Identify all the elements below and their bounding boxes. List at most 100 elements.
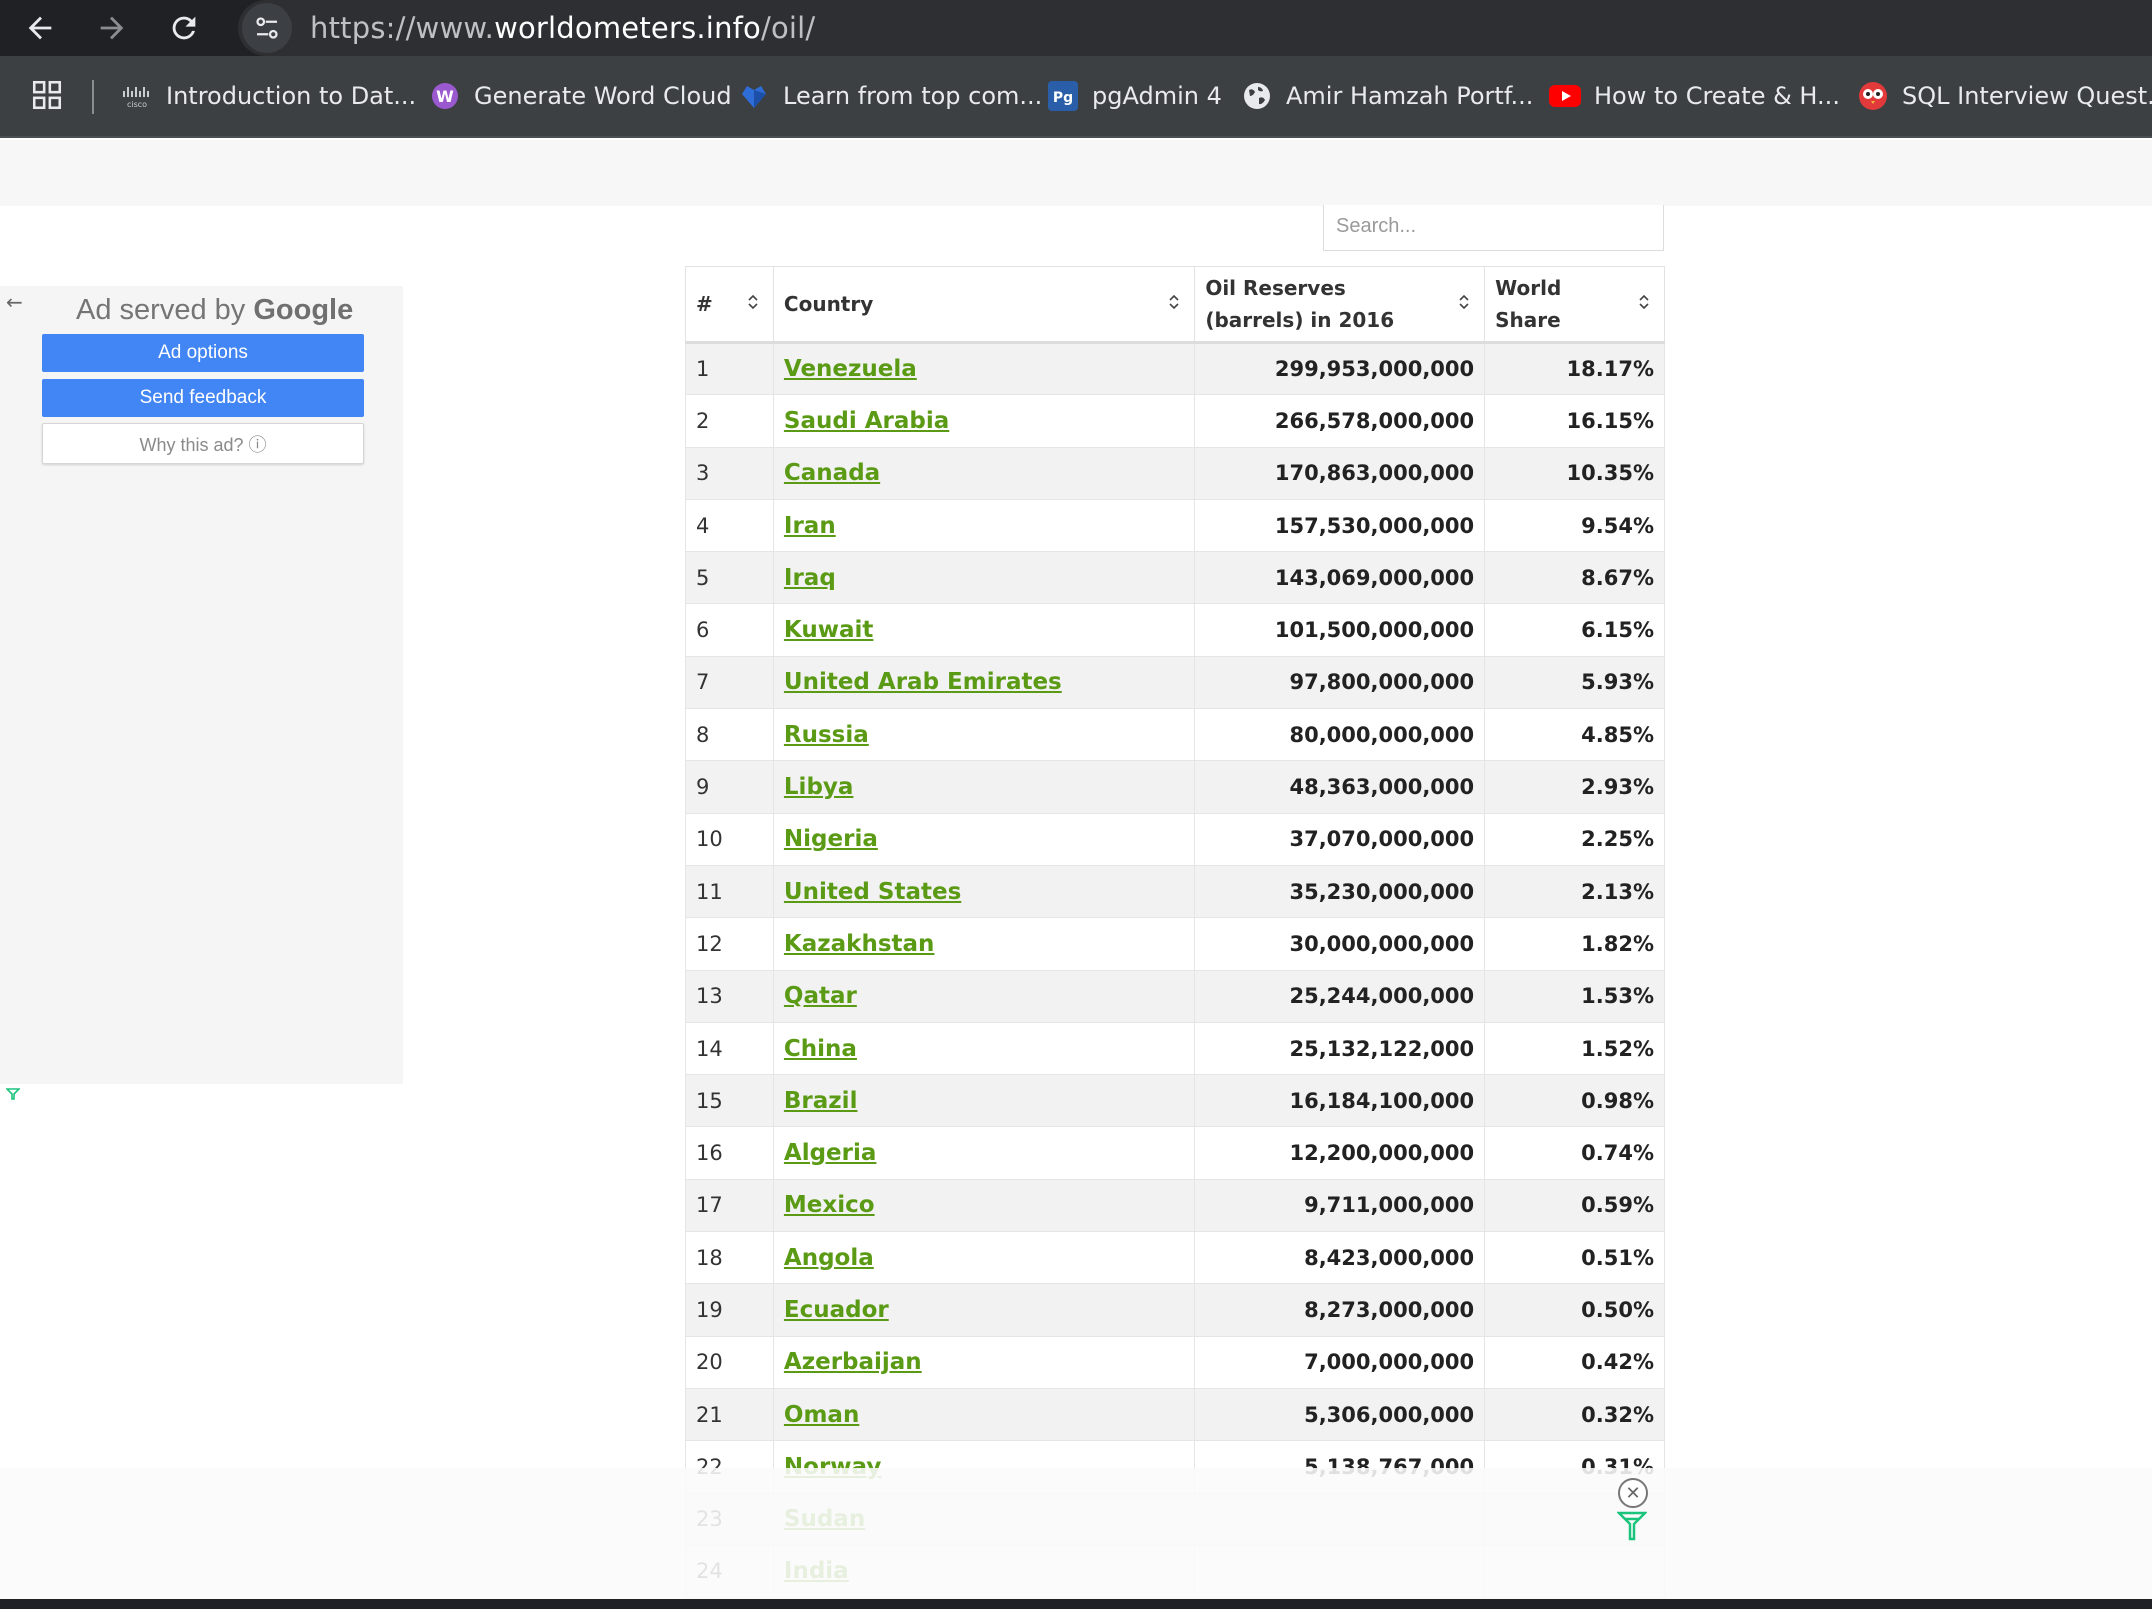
header-country[interactable]: Country [772, 266, 1196, 344]
bottom-window-edge [0, 1599, 2152, 1609]
header-rank[interactable]: # [685, 266, 774, 344]
send-feedback-button[interactable]: Send feedback [42, 379, 364, 417]
row-oil-reserves: 101,500,000,000 [1194, 603, 1486, 657]
country-link[interactable]: United Arab Emirates [784, 669, 1062, 695]
cisco-icon: cisco [120, 79, 154, 113]
bookmark-pgadmin[interactable]: Pg pgAdmin 4 [1046, 76, 1222, 116]
header-rank-label: # [696, 292, 713, 316]
row-world-share: 1.52% [1484, 1021, 1665, 1076]
country-link[interactable]: China [784, 1036, 857, 1062]
bookmark-learn-from-top-companies[interactable]: Learn from top com... [737, 76, 1042, 116]
url-prefix: https://www. [310, 11, 495, 45]
owl-icon [1856, 79, 1890, 113]
row-world-share: 0.74% [1484, 1126, 1665, 1180]
country-link[interactable]: Angola [784, 1245, 874, 1271]
bookmark-label: Generate Word Cloud [474, 82, 732, 110]
country-link[interactable]: Iraq [784, 565, 836, 591]
bookmark-generate-word-cloud[interactable]: W Generate Word Cloud [428, 76, 732, 116]
row-rank: 4 [685, 498, 774, 553]
bookmark-label: How to Create & H... [1594, 82, 1840, 110]
forward-button[interactable] [88, 4, 136, 52]
row-country: Nigeria [772, 812, 1196, 866]
table-row: 12 Kazakhstan 30,000,000,000 1.82% [685, 917, 1665, 971]
bookmark-label: pgAdmin 4 [1092, 82, 1222, 110]
close-icon[interactable]: ✕ [1618, 1478, 1648, 1508]
sort-arrows-icon[interactable] [1638, 288, 1650, 320]
bookmark-introduction-to-data[interactable]: cisco Introduction to Dat... [120, 76, 416, 116]
url-path: /oil/ [761, 11, 816, 45]
sort-arrows-icon[interactable] [747, 288, 759, 320]
site-info-button[interactable] [242, 3, 292, 53]
table-row: 15 Brazil 16,184,100,000 0.98% [685, 1074, 1665, 1128]
country-link[interactable]: Kazakhstan [784, 931, 935, 957]
apps-grid-icon[interactable] [30, 78, 64, 116]
country-link[interactable]: Oman [784, 1402, 859, 1428]
bookmark-how-to-create[interactable]: How to Create & H... [1548, 76, 1840, 116]
row-rank: 12 [685, 917, 774, 971]
country-link[interactable]: Ecuador [784, 1297, 889, 1323]
address-bar[interactable]: https://www.worldometers.info/oil/ [238, 0, 2152, 56]
why-this-ad-button[interactable]: Why this ad? ⓘ [42, 423, 364, 464]
country-link[interactable]: United States [784, 879, 961, 905]
table-row: 9 Libya 48,363,000,000 2.93% [685, 760, 1665, 814]
url-text[interactable]: https://www.worldometers.info/oil/ [310, 11, 815, 45]
country-link[interactable]: Qatar [784, 983, 857, 1009]
country-link[interactable]: Russia [784, 722, 869, 748]
row-rank: 6 [685, 603, 774, 657]
row-oil-reserves: 7,000,000,000 [1194, 1335, 1486, 1389]
row-world-share: 5.93% [1484, 655, 1665, 710]
country-link[interactable]: Brazil [784, 1088, 858, 1114]
bookmark-amir-hamzah-portfolio[interactable]: Amir Hamzah Portf... [1240, 76, 1533, 116]
country-link[interactable]: Canada [784, 460, 880, 486]
row-oil-reserves: 35,230,000,000 [1194, 864, 1486, 919]
country-link[interactable]: Iran [784, 513, 836, 539]
row-country: Brazil [772, 1074, 1196, 1128]
back-button[interactable] [16, 4, 64, 52]
row-country: Angola [772, 1231, 1196, 1285]
back-arrow-icon[interactable]: ← [6, 290, 23, 314]
country-link[interactable]: Venezuela [784, 356, 917, 382]
bottom-ad-overlay [0, 1468, 2152, 1599]
table-row: 7 United Arab Emirates 97,800,000,000 5.93% [685, 655, 1665, 710]
ad-options-button[interactable]: Ad options [42, 334, 364, 372]
row-world-share: 1.53% [1484, 969, 1665, 1023]
table-row: 11 United States 35,230,000,000 2.13% [685, 864, 1665, 919]
youtube-icon [1548, 79, 1582, 113]
row-country: Canada [772, 446, 1196, 500]
row-oil-reserves: 25,244,000,000 [1194, 969, 1486, 1023]
header-world-share[interactable]: World Share [1484, 266, 1665, 344]
svg-text:W: W [436, 87, 454, 106]
header-oil-reserves[interactable]: Oil Reserves (barrels) in 2016 [1194, 266, 1486, 344]
row-world-share: 2.25% [1484, 812, 1665, 866]
country-link[interactable]: Algeria [784, 1140, 877, 1166]
row-oil-reserves: 299,953,000,000 [1194, 341, 1486, 396]
browser-toolbar: https://www.worldometers.info/oil/ [0, 0, 2152, 56]
row-country: China [772, 1021, 1196, 1076]
row-country: United Arab Emirates [772, 655, 1196, 710]
row-rank: 3 [685, 446, 774, 500]
sort-arrows-icon[interactable] [1168, 288, 1180, 320]
table-header-row: # Country Oil Reserves (barrels) in 2016 [685, 266, 1665, 344]
row-oil-reserves: 25,132,122,000 [1194, 1021, 1486, 1076]
row-rank: 8 [685, 708, 774, 762]
country-link[interactable]: Azerbaijan [784, 1349, 922, 1375]
forward-arrow-icon [100, 16, 124, 40]
row-rank: 15 [685, 1074, 774, 1128]
country-link[interactable]: Mexico [784, 1192, 875, 1218]
row-rank: 9 [685, 760, 774, 814]
country-link[interactable]: Libya [784, 774, 854, 800]
page-header-band [0, 140, 2152, 206]
row-oil-reserves: 9,711,000,000 [1194, 1178, 1486, 1233]
country-link[interactable]: Saudi Arabia [784, 408, 949, 434]
sort-arrows-icon[interactable] [1458, 288, 1470, 320]
reload-button[interactable] [160, 4, 208, 52]
row-rank: 19 [685, 1283, 774, 1337]
row-rank: 7 [685, 655, 774, 710]
bookmark-sql-interview-questions[interactable]: SQL Interview Quest... [1856, 76, 2152, 116]
row-world-share: 4.85% [1484, 708, 1665, 762]
country-link[interactable]: Nigeria [784, 826, 878, 852]
country-link[interactable]: Kuwait [784, 617, 873, 643]
row-rank: 17 [685, 1178, 774, 1233]
table-row: 5 Iraq 143,069,000,000 8.67% [685, 551, 1665, 605]
table-search-input[interactable]: Search... [1323, 205, 1664, 251]
